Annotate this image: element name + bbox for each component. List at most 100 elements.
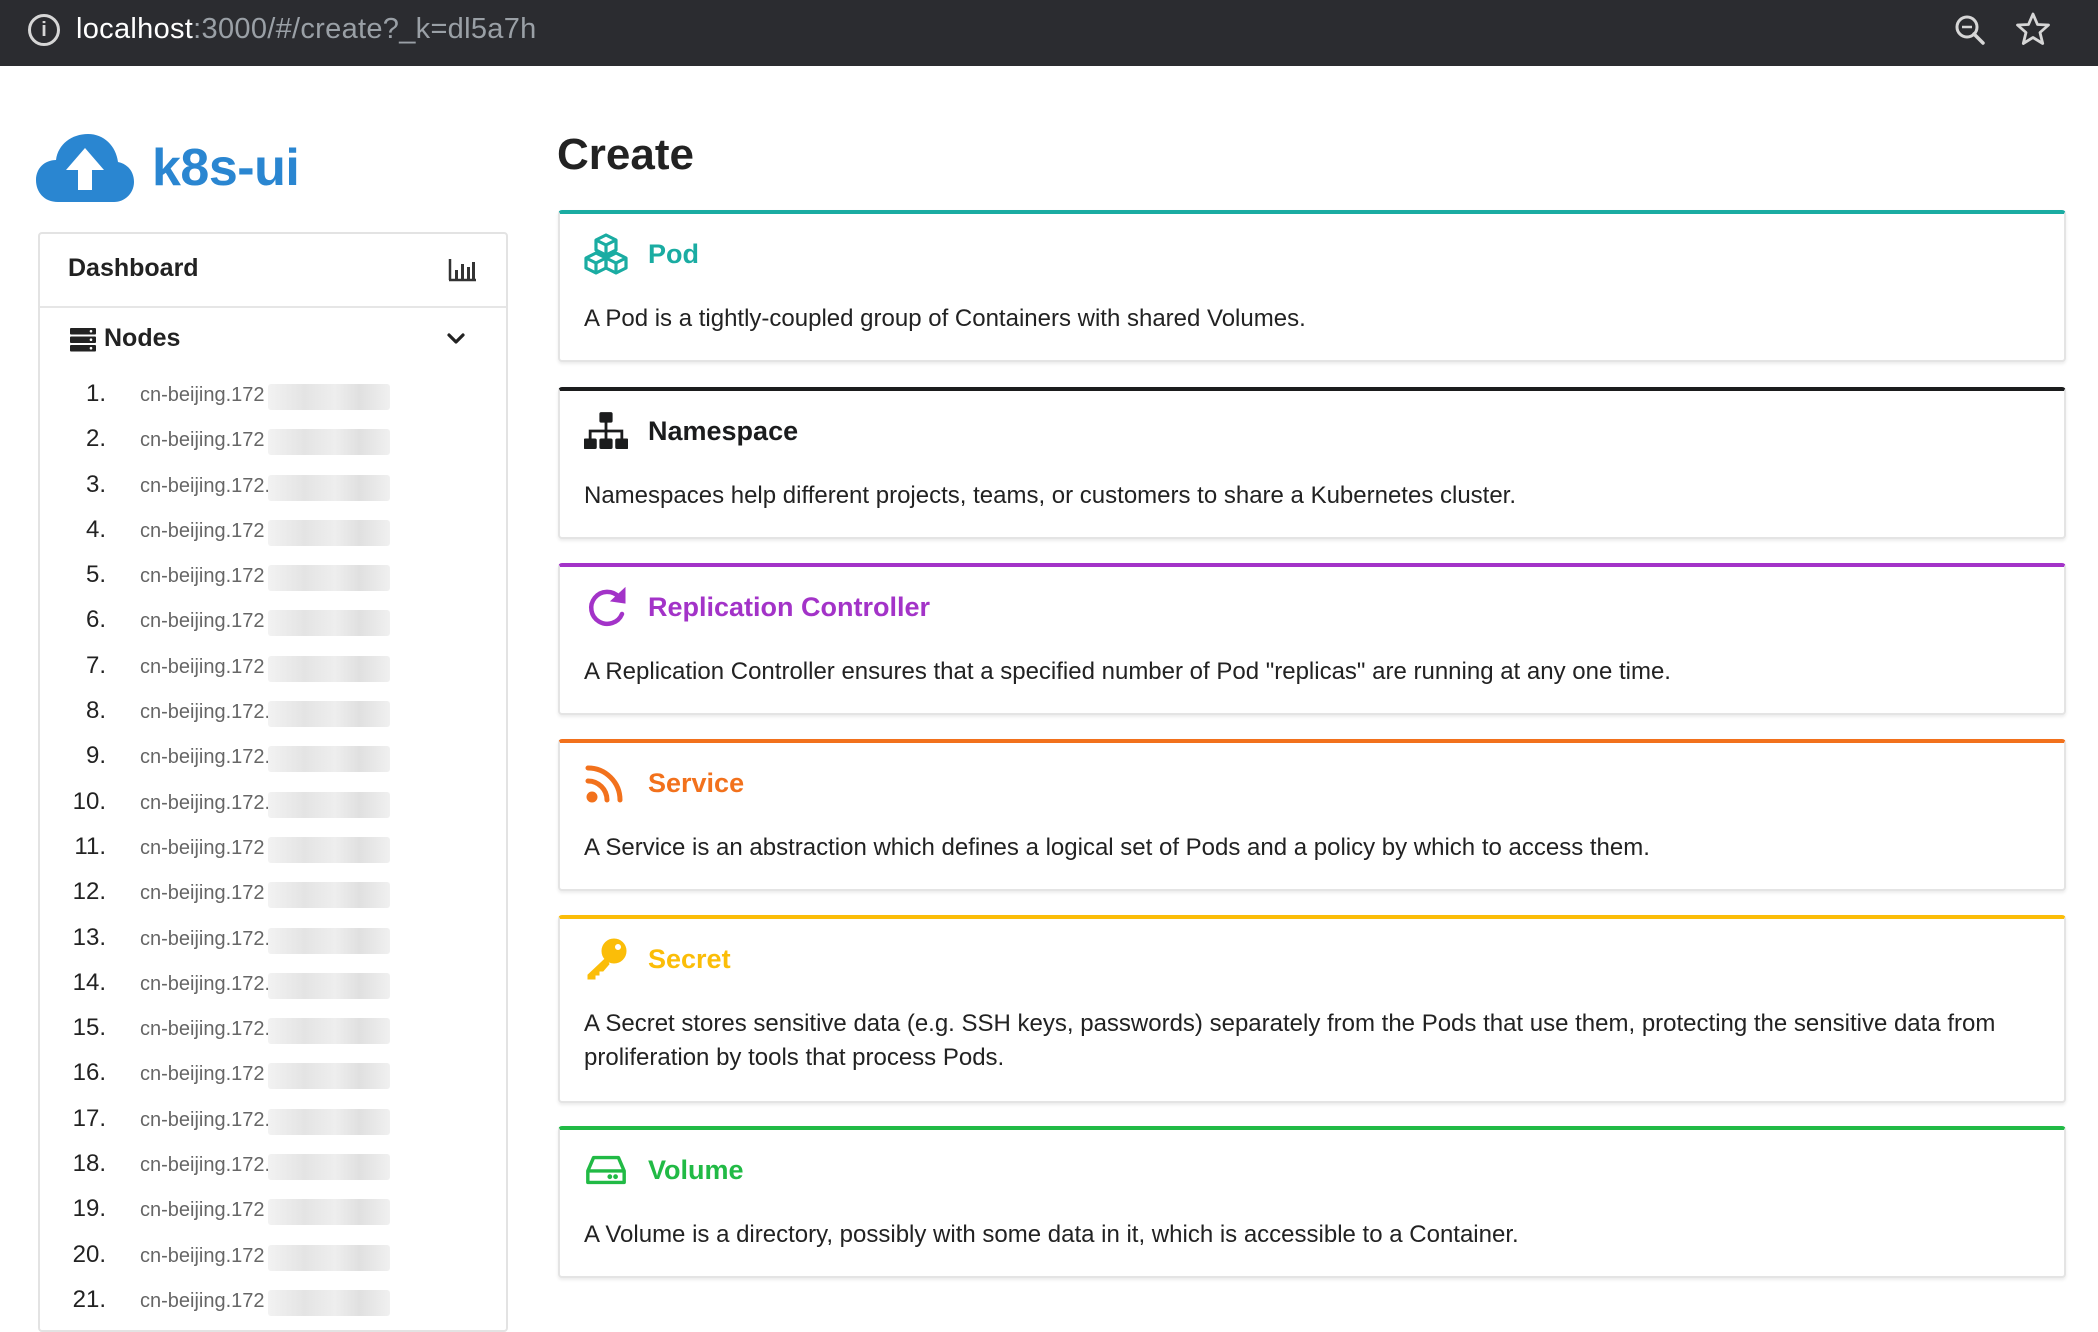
card-title[interactable]: Volume	[648, 1155, 744, 1186]
list-item-number: 6.	[85, 606, 106, 634]
list-item[interactable]: 4. cn-beijing.172	[40, 510, 506, 555]
card-secret[interactable]: Secret A Secret stores sensitive data (e…	[558, 915, 2066, 1103]
list-item[interactable]: 7. cn-beijing.172	[40, 646, 506, 691]
card-service[interactable]: Service A Service is an abstraction whic…	[558, 739, 2066, 891]
node-link[interactable]: cn-beijing.172	[140, 1199, 265, 1222]
cloud-upload-icon	[36, 134, 134, 202]
redacted-mask	[268, 701, 390, 728]
node-link[interactable]: cn-beijing.172.	[140, 1109, 270, 1132]
list-item-number: 19.	[72, 1195, 106, 1223]
list-item-number: 4.	[85, 515, 106, 543]
redacted-mask	[268, 1018, 390, 1045]
list-item[interactable]: 8. cn-beijing.172.	[40, 691, 506, 736]
list-item-number: 21.	[72, 1285, 106, 1313]
node-link[interactable]: cn-beijing.172	[140, 1245, 265, 1268]
card-title[interactable]: Replication Controller	[648, 592, 930, 623]
list-item[interactable]: 12. cn-beijing.172	[40, 872, 506, 917]
info-icon[interactable]: i	[28, 14, 60, 46]
card-replication-controller[interactable]: Replication Controller A Replication Con…	[558, 563, 2066, 715]
list-item-number: 7.	[85, 651, 106, 679]
list-item[interactable]: 15. cn-beijing.172.16.	[40, 1008, 506, 1053]
dashboard-label: Dashboard	[68, 254, 199, 282]
list-item-number: 15.	[72, 1014, 106, 1042]
node-link[interactable]: cn-beijing.172	[140, 429, 265, 452]
bar-chart-icon	[448, 259, 476, 282]
list-item-number: 2.	[85, 425, 106, 453]
node-link[interactable]: cn-beijing.172	[140, 384, 265, 407]
list-item[interactable]: 1. cn-beijing.172	[40, 374, 506, 419]
browser-address-bar: i localhost:3000/#/create?_k=dl5a7h	[0, 0, 2098, 66]
redacted-mask	[268, 1063, 390, 1090]
redacted-mask	[268, 519, 390, 546]
bookmark-star-icon[interactable]	[2014, 10, 2052, 48]
redacted-mask	[268, 791, 390, 818]
redacted-mask	[268, 474, 390, 501]
node-link[interactable]: cn-beijing.172	[140, 1063, 265, 1086]
list-item-number: 3.	[85, 470, 106, 498]
url-host: localhost	[76, 13, 194, 45]
app-logo[interactable]: k8s-ui	[36, 130, 300, 206]
sidebar-item-nodes[interactable]: Nodes	[40, 308, 506, 374]
zoom-icon[interactable]	[1952, 12, 1988, 48]
redacted-mask	[268, 610, 390, 637]
list-item[interactable]: 9. cn-beijing.172.16.2	[40, 736, 506, 781]
node-link[interactable]: cn-beijing.172	[140, 565, 265, 588]
list-item[interactable]: 21. cn-beijing.172	[40, 1280, 506, 1325]
list-item[interactable]: 20. cn-beijing.172	[40, 1235, 506, 1280]
list-item[interactable]: 5. cn-beijing.172	[40, 555, 506, 600]
redacted-mask	[268, 836, 390, 863]
redacted-mask	[268, 1199, 390, 1226]
card-volume[interactable]: Volume A Volume is a directory, possibly…	[558, 1126, 2066, 1278]
list-item-number: 20.	[72, 1240, 106, 1268]
card-description: A Replication Controller ensures that a …	[584, 658, 1671, 685]
node-link[interactable]: cn-beijing.172	[140, 610, 265, 633]
chevron-down-icon[interactable]	[446, 332, 466, 346]
card-title[interactable]: Pod	[648, 239, 699, 270]
card-pod[interactable]: Pod A Pod is a tightly-coupled group of …	[558, 210, 2066, 362]
node-link[interactable]: cn-beijing.172.	[140, 1154, 270, 1177]
list-item[interactable]: 10. cn-beijing.172.16.2	[40, 782, 506, 827]
list-item[interactable]: 3. cn-beijing.172.16.2	[40, 465, 506, 510]
node-link[interactable]: cn-beijing.172	[140, 520, 265, 543]
list-item-number: 9.	[85, 742, 106, 770]
node-link[interactable]: cn-beijing.172.	[140, 973, 270, 996]
list-item-number: 18.	[72, 1150, 106, 1178]
url-field[interactable]: localhost:3000/#/create?_k=dl5a7h	[76, 12, 537, 46]
card-title[interactable]: Namespace	[648, 416, 798, 447]
list-item[interactable]: 2. cn-beijing.172	[40, 419, 506, 464]
card-namespace[interactable]: Namespace Namespaces help different proj…	[558, 387, 2066, 539]
url-path: :3000/#/create?_k=dl5a7h	[193, 13, 537, 45]
list-item[interactable]: 19. cn-beijing.172	[40, 1189, 506, 1234]
card-description: Namespaces help different projects, team…	[584, 482, 1517, 509]
list-item[interactable]: 16. cn-beijing.172	[40, 1053, 506, 1098]
node-link[interactable]: cn-beijing.172	[140, 882, 265, 905]
card-description: A Pod is a tightly-coupled group of Cont…	[584, 305, 1306, 332]
list-item[interactable]: 13. cn-beijing.172.	[40, 918, 506, 963]
card-title[interactable]: Secret	[648, 944, 731, 975]
list-item-number: 12.	[72, 878, 106, 906]
node-link[interactable]: cn-beijing.172	[140, 656, 265, 679]
list-item-number: 1.	[85, 380, 106, 407]
node-list: 1. cn-beijing.172 2. cn-beijing.172 3. cn-bei…	[40, 374, 506, 1325]
list-item[interactable]: 14. cn-beijing.172.	[40, 963, 506, 1008]
redacted-mask	[268, 429, 390, 456]
list-item[interactable]: 6. cn-beijing.172	[40, 600, 506, 645]
nodes-label: Nodes	[104, 324, 181, 352]
list-item[interactable]: 18. cn-beijing.172.	[40, 1144, 506, 1189]
sidebar: Dashboard Nodes 1. cn-beijing.172 2. cn-bei…	[38, 232, 508, 1332]
rss-icon	[585, 765, 623, 803]
card-title[interactable]: Service	[648, 768, 744, 799]
node-link[interactable]: cn-beijing.172.	[140, 701, 270, 724]
redacted-mask	[268, 1108, 390, 1135]
hard-drive-icon	[586, 1155, 626, 1185]
list-item[interactable]: 17. cn-beijing.172.	[40, 1099, 506, 1144]
list-item[interactable]: 11. cn-beijing.172	[40, 827, 506, 872]
redacted-mask	[268, 1289, 390, 1316]
node-link[interactable]: cn-beijing.172	[140, 1290, 265, 1313]
server-icon	[70, 328, 96, 352]
card-description: A Secret stores sensitive data (e.g. SSH…	[584, 1010, 1996, 1071]
node-link[interactable]: cn-beijing.172.	[140, 928, 270, 951]
sidebar-item-dashboard[interactable]: Dashboard	[40, 234, 506, 308]
redacted-mask	[268, 882, 390, 909]
node-link[interactable]: cn-beijing.172	[140, 837, 265, 860]
